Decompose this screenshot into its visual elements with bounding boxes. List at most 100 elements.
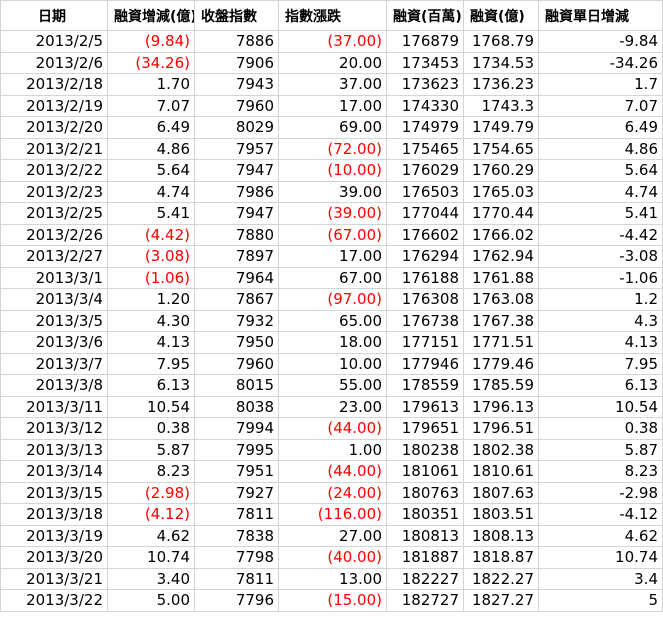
cell-financing-million[interactable]: 180238 xyxy=(386,438,464,461)
cell-financing-yi[interactable]: 1796.51 xyxy=(463,417,539,440)
cell-financing-change[interactable]: 5.41 xyxy=(107,202,195,225)
cell-close-index[interactable]: 8015 xyxy=(194,374,279,397)
cell-financing-change[interactable]: (34.26) xyxy=(107,51,195,74)
cell-index-change[interactable]: 17.00 xyxy=(278,94,387,117)
cell-daily-change[interactable]: 5.87 xyxy=(538,438,663,461)
cell-index-change[interactable]: (44.00) xyxy=(278,460,387,483)
cell-index-change[interactable]: (67.00) xyxy=(278,223,387,246)
cell-index-change[interactable]: 1.00 xyxy=(278,438,387,461)
cell-daily-change[interactable]: 7.07 xyxy=(538,94,663,117)
cell-financing-yi[interactable]: 1762.94 xyxy=(463,245,539,268)
cell-close-index[interactable]: 7947 xyxy=(194,159,279,182)
cell-daily-change[interactable]: 1.7 xyxy=(538,73,663,96)
cell-date[interactable]: 2013/3/12 xyxy=(0,417,108,440)
cell-financing-million[interactable]: 178559 xyxy=(386,374,464,397)
cell-date[interactable]: 2013/3/8 xyxy=(0,374,108,397)
cell-financing-yi[interactable]: 1761.88 xyxy=(463,266,539,289)
cell-date[interactable]: 2013/2/21 xyxy=(0,137,108,160)
cell-index-change[interactable]: 18.00 xyxy=(278,331,387,354)
cell-daily-change[interactable]: 1.2 xyxy=(538,288,663,311)
cell-financing-change[interactable]: (9.84) xyxy=(107,30,195,53)
cell-financing-million[interactable]: 177044 xyxy=(386,202,464,225)
cell-daily-change[interactable]: -34.26 xyxy=(538,51,663,74)
cell-close-index[interactable]: 7811 xyxy=(194,567,279,590)
cell-financing-yi[interactable]: 1818.87 xyxy=(463,546,539,569)
cell-date[interactable]: 2013/3/5 xyxy=(0,309,108,332)
cell-close-index[interactable]: 7986 xyxy=(194,180,279,203)
cell-date[interactable]: 2013/3/13 xyxy=(0,438,108,461)
cell-financing-yi[interactable]: 1779.46 xyxy=(463,352,539,375)
cell-daily-change[interactable]: 4.74 xyxy=(538,180,663,203)
cell-date[interactable]: 2013/3/11 xyxy=(0,395,108,418)
cell-close-index[interactable]: 8038 xyxy=(194,395,279,418)
cell-financing-change[interactable]: 4.13 xyxy=(107,331,195,354)
cell-financing-yi[interactable]: 1785.59 xyxy=(463,374,539,397)
cell-financing-yi[interactable]: 1768.79 xyxy=(463,30,539,53)
cell-index-change[interactable]: (44.00) xyxy=(278,417,387,440)
cell-financing-change[interactable]: 3.40 xyxy=(107,567,195,590)
cell-date[interactable]: 2013/3/21 xyxy=(0,567,108,590)
cell-close-index[interactable]: 7927 xyxy=(194,481,279,504)
cell-financing-change[interactable]: (3.08) xyxy=(107,245,195,268)
cell-daily-change[interactable]: -9.84 xyxy=(538,30,663,53)
cell-financing-yi[interactable]: 1754.65 xyxy=(463,137,539,160)
cell-daily-change[interactable]: 10.74 xyxy=(538,546,663,569)
cell-close-index[interactable]: 8029 xyxy=(194,116,279,139)
cell-daily-change[interactable]: 0.38 xyxy=(538,417,663,440)
cell-date[interactable]: 2013/3/4 xyxy=(0,288,108,311)
cell-index-change[interactable]: 10.00 xyxy=(278,352,387,375)
header-close-index[interactable]: 收盤指數 xyxy=(194,0,279,31)
cell-financing-change[interactable]: 8.23 xyxy=(107,460,195,483)
cell-close-index[interactable]: 7880 xyxy=(194,223,279,246)
cell-index-change[interactable]: (97.00) xyxy=(278,288,387,311)
cell-financing-million[interactable]: 182227 xyxy=(386,567,464,590)
cell-daily-change[interactable]: 5.64 xyxy=(538,159,663,182)
cell-financing-million[interactable]: 176602 xyxy=(386,223,464,246)
cell-date[interactable]: 2013/2/6 xyxy=(0,51,108,74)
cell-financing-million[interactable]: 177946 xyxy=(386,352,464,375)
cell-index-change[interactable]: 13.00 xyxy=(278,567,387,590)
cell-financing-change[interactable]: (1.06) xyxy=(107,266,195,289)
cell-financing-million[interactable]: 176029 xyxy=(386,159,464,182)
cell-financing-million[interactable]: 182727 xyxy=(386,589,464,612)
cell-financing-change[interactable]: 1.20 xyxy=(107,288,195,311)
cell-index-change[interactable]: 27.00 xyxy=(278,524,387,547)
cell-close-index[interactable]: 7950 xyxy=(194,331,279,354)
cell-date[interactable]: 2013/2/18 xyxy=(0,73,108,96)
cell-financing-change[interactable]: 0.38 xyxy=(107,417,195,440)
cell-daily-change[interactable]: 7.95 xyxy=(538,352,663,375)
cell-financing-million[interactable]: 176879 xyxy=(386,30,464,53)
cell-financing-change[interactable]: 4.86 xyxy=(107,137,195,160)
cell-financing-yi[interactable]: 1810.61 xyxy=(463,460,539,483)
cell-daily-change[interactable]: 4.13 xyxy=(538,331,663,354)
cell-daily-change[interactable]: 8.23 xyxy=(538,460,663,483)
cell-date[interactable]: 2013/2/23 xyxy=(0,180,108,203)
cell-financing-million[interactable]: 176503 xyxy=(386,180,464,203)
cell-close-index[interactable]: 7947 xyxy=(194,202,279,225)
cell-index-change[interactable]: 37.00 xyxy=(278,73,387,96)
cell-index-change[interactable]: 69.00 xyxy=(278,116,387,139)
cell-financing-million[interactable]: 181061 xyxy=(386,460,464,483)
cell-date[interactable]: 2013/2/27 xyxy=(0,245,108,268)
cell-close-index[interactable]: 7960 xyxy=(194,94,279,117)
cell-financing-yi[interactable]: 1822.27 xyxy=(463,567,539,590)
cell-financing-yi[interactable]: 1743.3 xyxy=(463,94,539,117)
cell-date[interactable]: 2013/2/20 xyxy=(0,116,108,139)
cell-date[interactable]: 2013/3/18 xyxy=(0,503,108,526)
cell-daily-change[interactable]: -1.06 xyxy=(538,266,663,289)
cell-financing-million[interactable]: 174330 xyxy=(386,94,464,117)
cell-financing-million[interactable]: 176738 xyxy=(386,309,464,332)
header-date[interactable]: 日期 xyxy=(0,0,108,31)
cell-financing-change[interactable]: 6.49 xyxy=(107,116,195,139)
cell-date[interactable]: 2013/2/5 xyxy=(0,30,108,53)
cell-financing-yi[interactable]: 1770.44 xyxy=(463,202,539,225)
cell-index-change[interactable]: (72.00) xyxy=(278,137,387,160)
cell-date[interactable]: 2013/2/22 xyxy=(0,159,108,182)
cell-index-change[interactable]: 39.00 xyxy=(278,180,387,203)
cell-date[interactable]: 2013/3/14 xyxy=(0,460,108,483)
cell-financing-yi[interactable]: 1734.53 xyxy=(463,51,539,74)
cell-index-change[interactable]: (24.00) xyxy=(278,481,387,504)
cell-daily-change[interactable]: -4.42 xyxy=(538,223,663,246)
cell-index-change[interactable]: 23.00 xyxy=(278,395,387,418)
cell-close-index[interactable]: 7960 xyxy=(194,352,279,375)
